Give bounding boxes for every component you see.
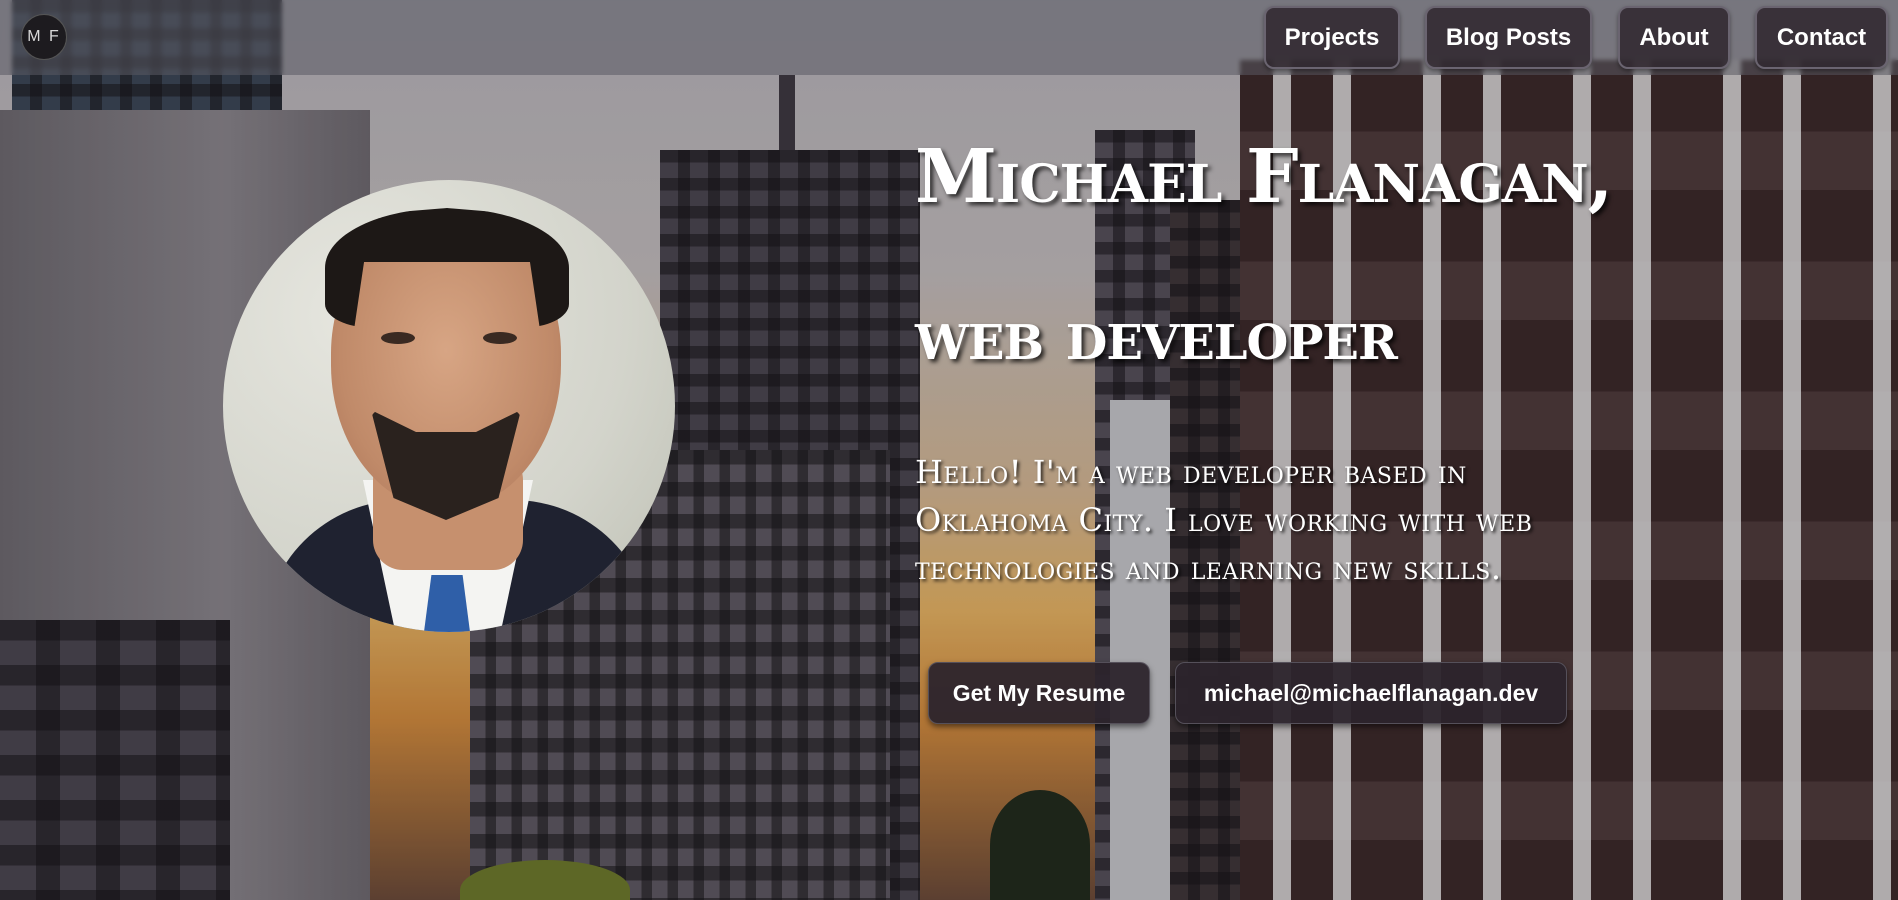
navbar: M F Projects Blog Posts About Contact xyxy=(0,0,1898,75)
nav-projects-button[interactable]: Projects xyxy=(1264,6,1400,69)
hero-role: web developer xyxy=(915,296,1398,376)
hero-intro: Hello! I'm a web developer based in Okla… xyxy=(915,453,1533,587)
get-resume-button[interactable]: Get My Resume xyxy=(928,662,1150,724)
nav-about-button[interactable]: About xyxy=(1618,6,1730,69)
photo-eye-left xyxy=(381,332,415,344)
email-button[interactable]: michael@michaelflanagan.dev xyxy=(1175,662,1567,724)
nav-contact-button[interactable]: Contact xyxy=(1755,6,1888,69)
profile-photo xyxy=(223,180,675,632)
nav-blog-posts-button[interactable]: Blog Posts xyxy=(1425,6,1592,69)
hero-text: Michael Flanagan, web developer Hello! I… xyxy=(915,140,1615,592)
site-logo[interactable]: M F xyxy=(21,14,67,60)
photo-eye-right xyxy=(483,332,517,344)
hero-name: Michael Flanagan, xyxy=(915,134,1613,220)
